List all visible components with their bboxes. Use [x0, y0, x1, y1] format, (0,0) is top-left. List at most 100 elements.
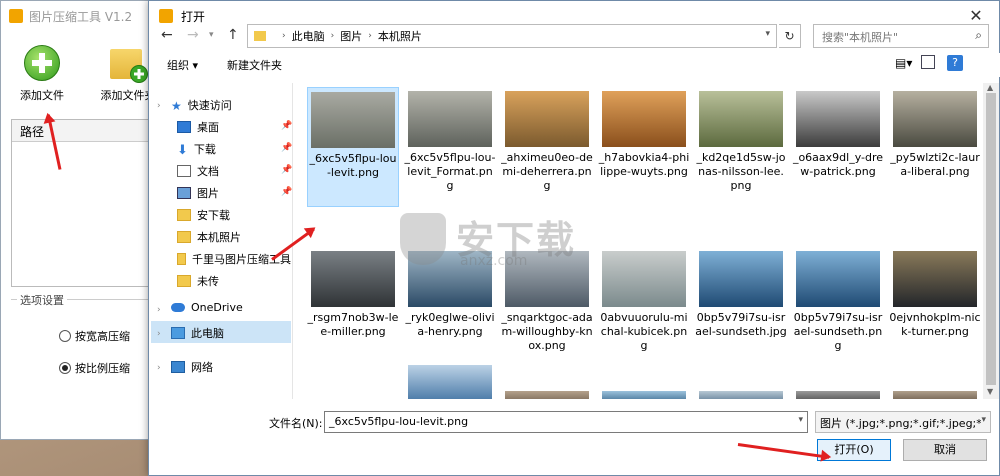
file-name: _ryk0eglwe-olivia-henry.png	[405, 311, 495, 338]
nav-weichuan[interactable]: 未传	[177, 273, 219, 289]
image-thumbnail	[796, 251, 880, 307]
nav-label: 未传	[197, 275, 219, 288]
nav-network[interactable]: 网络	[171, 359, 213, 375]
new-folder-button[interactable]: 新建文件夹	[227, 57, 282, 73]
file-name: _h7abovkia4-philippe-wuyts.png	[598, 151, 690, 178]
scroll-down-icon[interactable]: ▼	[987, 387, 993, 396]
image-thumbnail[interactable]	[796, 391, 880, 399]
folder-icon	[254, 31, 266, 41]
shield-icon	[400, 213, 446, 265]
breadcrumb-pictures[interactable]: 图片	[340, 28, 362, 44]
image-thumbnail[interactable]	[408, 365, 492, 399]
file-item[interactable]: _ahximeu0eo-demi-deherrera.png	[501, 87, 593, 193]
nav-label: 文档	[197, 165, 219, 178]
nav-quick-access[interactable]: ★ 快速访问	[171, 97, 232, 113]
refresh-button[interactable]: ↻	[779, 24, 801, 48]
add-file-icon	[24, 45, 60, 81]
nav-this-pc[interactable]: 此电脑	[171, 325, 224, 341]
document-icon	[177, 165, 191, 177]
nav-label: 下载	[193, 143, 216, 156]
file-item[interactable]: _rsgm7nob3w-lee-miller.png	[307, 247, 399, 339]
back-arrow-icon[interactable]: ←	[161, 27, 173, 43]
image-thumbnail	[311, 251, 395, 307]
options-title: 选项设置	[17, 292, 67, 308]
file-item[interactable]: 0abvuuorulu-michal-kubicek.png	[598, 247, 690, 353]
up-arrow-icon[interactable]: ↑	[227, 27, 239, 43]
nav-pictures[interactable]: 图片	[177, 185, 219, 201]
pin-icon: 📌	[281, 143, 293, 153]
nav-label: OneDrive	[191, 301, 243, 314]
scrollbar-thumb[interactable]	[986, 93, 996, 385]
dialog-logo-icon	[159, 9, 173, 23]
file-item[interactable]: _o6aax9dl_y-drew-patrick.png	[792, 87, 884, 179]
expand-chevron-icon[interactable]: ›	[157, 305, 161, 315]
pin-icon: 📌	[281, 165, 293, 175]
file-item[interactable]: _h7abovkia4-philippe-wuyts.png	[598, 87, 690, 179]
network-icon	[171, 361, 185, 373]
image-thumbnail[interactable]	[602, 391, 686, 399]
search-placeholder: 搜索"本机照片"	[822, 31, 899, 44]
image-thumbnail[interactable]	[505, 391, 589, 399]
search-icon: ⌕	[975, 28, 982, 42]
cancel-button[interactable]: 取消	[903, 439, 987, 461]
nav-local-photos[interactable]: 本机照片	[177, 229, 241, 245]
forward-arrow-icon[interactable]: →	[187, 27, 199, 43]
nav-onedrive[interactable]: OneDrive	[171, 301, 243, 314]
organize-menu[interactable]: 组织 ▾	[167, 57, 198, 73]
app-title: 图片压缩工具 V1.2	[29, 9, 133, 24]
recent-chevron-icon[interactable]: ▾	[209, 30, 214, 40]
search-input[interactable]: 搜索"本机照片" ⌕	[813, 24, 989, 48]
file-name: _rsgm7nob3w-lee-miller.png	[307, 311, 399, 338]
address-bar[interactable]: › 此电脑 › 图片 › 本机照片 ▾	[247, 24, 777, 48]
file-name: 0ejvnhokplm-nick-turner.png	[889, 311, 981, 338]
path-list[interactable]: 路径	[11, 119, 161, 287]
vertical-scrollbar[interactable]: ▲ ▼	[983, 83, 999, 399]
image-thumbnail	[893, 91, 977, 147]
computer-icon	[171, 327, 185, 339]
nav-desktop[interactable]: 桌面	[177, 119, 219, 135]
nav-anxz[interactable]: 安下载	[177, 207, 230, 223]
desktop-icon	[177, 121, 191, 133]
expand-chevron-icon[interactable]: ›	[157, 101, 161, 111]
file-item[interactable]: 0ejvnhokplm-nick-turner.png	[889, 247, 981, 339]
file-item[interactable]: _py5wlzti2c-laura-liberal.png	[889, 87, 981, 179]
file-item[interactable]: 0bp5v79i7su-israel-sundseth.png	[792, 247, 884, 353]
file-name: _6xc5v5flpu-lou-levit_Format.png	[404, 151, 496, 192]
file-name: _kd2qe1d5sw-jonas-nilsson-lee.png	[696, 151, 786, 192]
breadcrumb-separator-icon: ›	[368, 31, 372, 41]
nav-label: 安下载	[197, 209, 230, 222]
address-dropdown-icon[interactable]: ▾	[765, 29, 770, 39]
filetype-dropdown-icon: ▾	[981, 415, 986, 425]
radio-width-height[interactable]: 按宽高压缩	[59, 328, 130, 344]
add-file-button[interactable]: 添加文件	[7, 45, 77, 103]
nav-label: 图片	[197, 187, 219, 200]
file-item[interactable]: _kd2qe1d5sw-jonas-nilsson-lee.png	[695, 87, 787, 193]
image-thumbnail	[893, 251, 977, 307]
filename-input[interactable]: _6xc5v5flpu-lou-levit.png ▾	[324, 411, 808, 433]
folder-icon	[177, 231, 191, 243]
filetype-select[interactable]: 图片 (*.jpg;*.png;*.gif;*.jpeg;* ▾	[815, 411, 991, 433]
file-item[interactable]: 0bp5v79i7su-israel-sundseth.jpg	[695, 247, 787, 339]
nav-documents[interactable]: 文档	[177, 163, 219, 179]
filename-dropdown-icon[interactable]: ▾	[798, 415, 803, 425]
navigation-pane: › ★ 快速访问 桌面 📌 ⬇ 下载 📌 文档 📌 图片 📌 安下载 本机照片 …	[149, 83, 293, 399]
file-name: _snqarktgoc-adam-willoughby-knox.png	[501, 311, 593, 352]
breadcrumb-this-pc[interactable]: 此电脑	[292, 28, 325, 44]
nav-label: 快速访问	[187, 99, 232, 112]
help-icon[interactable]: ?	[947, 55, 963, 71]
image-thumbnail[interactable]	[893, 391, 977, 399]
radio-ratio[interactable]: 按比例压缩	[59, 360, 130, 376]
file-item[interactable]: _6xc5v5flpu-lou-levit_Format.png	[404, 87, 496, 193]
view-options-icon[interactable]: ▤▾	[895, 56, 912, 70]
nav-downloads[interactable]: ⬇ 下载	[177, 141, 216, 158]
scroll-up-icon[interactable]: ▲	[987, 83, 993, 92]
breadcrumb-separator-icon: ›	[330, 31, 335, 41]
preview-pane-icon[interactable]	[921, 55, 935, 69]
expand-chevron-icon[interactable]: ›	[157, 329, 161, 339]
dialog-toolbar: 组织 ▾ 新建文件夹 ▤▾ ?	[149, 53, 1000, 77]
image-thumbnail[interactable]	[699, 391, 783, 399]
expand-chevron-icon[interactable]: ›	[157, 363, 161, 373]
breadcrumb-local-photos[interactable]: 本机照片	[378, 28, 422, 44]
file-item[interactable]: _6xc5v5flpu-lou-levit.png	[307, 87, 399, 207]
filetype-value: 图片 (*.jpg;*.png;*.gif;*.jpeg;*	[820, 417, 982, 430]
